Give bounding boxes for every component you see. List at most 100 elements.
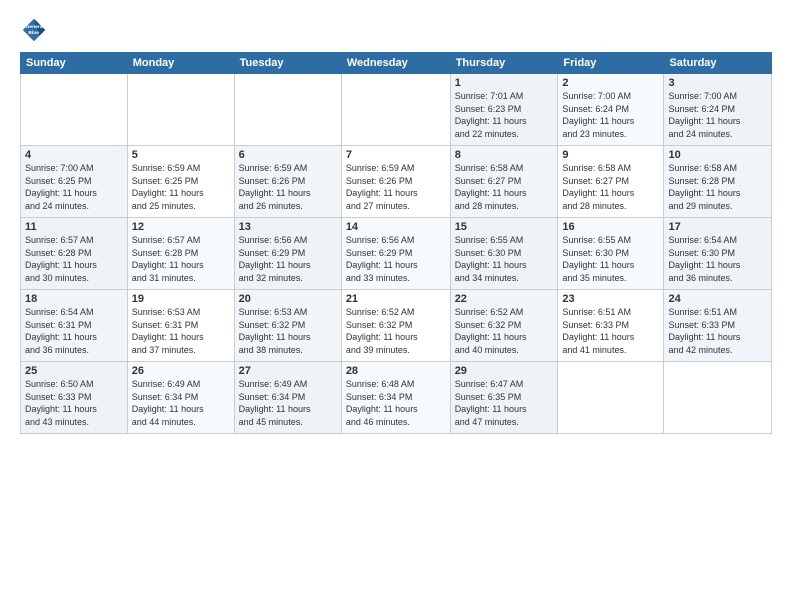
- day-info: Sunrise: 7:00 AMSunset: 6:25 PMDaylight:…: [25, 162, 123, 212]
- day-number: 27: [239, 365, 337, 377]
- calendar-cell: 14Sunrise: 6:56 AMSunset: 6:29 PMDayligh…: [341, 218, 450, 290]
- calendar-cell: 1Sunrise: 7:01 AMSunset: 6:23 PMDaylight…: [450, 74, 558, 146]
- day-number: 15: [455, 221, 554, 233]
- calendar-header-row: SundayMondayTuesdayWednesdayThursdayFrid…: [21, 53, 772, 74]
- calendar-cell: 23Sunrise: 6:51 AMSunset: 6:33 PMDayligh…: [558, 290, 664, 362]
- calendar-cell: 9Sunrise: 6:58 AMSunset: 6:27 PMDaylight…: [558, 146, 664, 218]
- calendar-cell: 28Sunrise: 6:48 AMSunset: 6:34 PMDayligh…: [341, 362, 450, 434]
- calendar-cell: 22Sunrise: 6:52 AMSunset: 6:32 PMDayligh…: [450, 290, 558, 362]
- calendar-day-header: Thursday: [450, 53, 558, 74]
- day-info: Sunrise: 7:00 AMSunset: 6:24 PMDaylight:…: [668, 90, 767, 140]
- day-number: 2: [562, 77, 659, 89]
- day-info: Sunrise: 6:52 AMSunset: 6:32 PMDaylight:…: [455, 306, 554, 356]
- day-info: Sunrise: 6:54 AMSunset: 6:30 PMDaylight:…: [668, 234, 767, 284]
- calendar-cell: 3Sunrise: 7:00 AMSunset: 6:24 PMDaylight…: [664, 74, 772, 146]
- day-info: Sunrise: 6:58 AMSunset: 6:27 PMDaylight:…: [562, 162, 659, 212]
- day-number: 17: [668, 221, 767, 233]
- day-number: 9: [562, 149, 659, 161]
- day-info: Sunrise: 6:50 AMSunset: 6:33 PMDaylight:…: [25, 378, 123, 428]
- day-info: Sunrise: 6:57 AMSunset: 6:28 PMDaylight:…: [132, 234, 230, 284]
- calendar-cell: 25Sunrise: 6:50 AMSunset: 6:33 PMDayligh…: [21, 362, 128, 434]
- calendar-cell: 11Sunrise: 6:57 AMSunset: 6:28 PMDayligh…: [21, 218, 128, 290]
- calendar-cell: 2Sunrise: 7:00 AMSunset: 6:24 PMDaylight…: [558, 74, 664, 146]
- day-number: 12: [132, 221, 230, 233]
- day-number: 13: [239, 221, 337, 233]
- calendar-day-header: Tuesday: [234, 53, 341, 74]
- day-number: 26: [132, 365, 230, 377]
- svg-text:General: General: [26, 24, 45, 30]
- calendar-day-header: Friday: [558, 53, 664, 74]
- day-number: 7: [346, 149, 446, 161]
- day-info: Sunrise: 6:58 AMSunset: 6:27 PMDaylight:…: [455, 162, 554, 212]
- calendar-day-header: Saturday: [664, 53, 772, 74]
- day-number: 19: [132, 293, 230, 305]
- calendar-cell: 15Sunrise: 6:55 AMSunset: 6:30 PMDayligh…: [450, 218, 558, 290]
- day-number: 10: [668, 149, 767, 161]
- day-number: 25: [25, 365, 123, 377]
- day-info: Sunrise: 6:55 AMSunset: 6:30 PMDaylight:…: [562, 234, 659, 284]
- calendar-cell: 19Sunrise: 6:53 AMSunset: 6:31 PMDayligh…: [127, 290, 234, 362]
- day-number: 21: [346, 293, 446, 305]
- calendar-week-row: 25Sunrise: 6:50 AMSunset: 6:33 PMDayligh…: [21, 362, 772, 434]
- calendar-cell: 21Sunrise: 6:52 AMSunset: 6:32 PMDayligh…: [341, 290, 450, 362]
- day-info: Sunrise: 6:56 AMSunset: 6:29 PMDaylight:…: [239, 234, 337, 284]
- calendar-cell: 12Sunrise: 6:57 AMSunset: 6:28 PMDayligh…: [127, 218, 234, 290]
- day-info: Sunrise: 7:01 AMSunset: 6:23 PMDaylight:…: [455, 90, 554, 140]
- day-number: 6: [239, 149, 337, 161]
- calendar-cell: 26Sunrise: 6:49 AMSunset: 6:34 PMDayligh…: [127, 362, 234, 434]
- day-info: Sunrise: 6:59 AMSunset: 6:26 PMDaylight:…: [239, 162, 337, 212]
- calendar-cell: 5Sunrise: 6:59 AMSunset: 6:25 PMDaylight…: [127, 146, 234, 218]
- day-info: Sunrise: 6:48 AMSunset: 6:34 PMDaylight:…: [346, 378, 446, 428]
- day-number: 28: [346, 365, 446, 377]
- day-info: Sunrise: 6:53 AMSunset: 6:31 PMDaylight:…: [132, 306, 230, 356]
- calendar-cell: 13Sunrise: 6:56 AMSunset: 6:29 PMDayligh…: [234, 218, 341, 290]
- day-info: Sunrise: 6:55 AMSunset: 6:30 PMDaylight:…: [455, 234, 554, 284]
- calendar-cell: 27Sunrise: 6:49 AMSunset: 6:34 PMDayligh…: [234, 362, 341, 434]
- day-info: Sunrise: 6:52 AMSunset: 6:32 PMDaylight:…: [346, 306, 446, 356]
- day-number: 20: [239, 293, 337, 305]
- calendar-cell: 7Sunrise: 6:59 AMSunset: 6:26 PMDaylight…: [341, 146, 450, 218]
- day-number: 23: [562, 293, 659, 305]
- calendar-cell: 8Sunrise: 6:58 AMSunset: 6:27 PMDaylight…: [450, 146, 558, 218]
- day-number: 18: [25, 293, 123, 305]
- calendar-cell: [21, 74, 128, 146]
- calendar-cell: 24Sunrise: 6:51 AMSunset: 6:33 PMDayligh…: [664, 290, 772, 362]
- calendar-cell: [558, 362, 664, 434]
- calendar-week-row: 1Sunrise: 7:01 AMSunset: 6:23 PMDaylight…: [21, 74, 772, 146]
- calendar-cell: [341, 74, 450, 146]
- day-info: Sunrise: 6:51 AMSunset: 6:33 PMDaylight:…: [668, 306, 767, 356]
- day-number: 22: [455, 293, 554, 305]
- day-number: 3: [668, 77, 767, 89]
- header: General Blue: [20, 16, 772, 44]
- day-number: 11: [25, 221, 123, 233]
- day-info: Sunrise: 6:57 AMSunset: 6:28 PMDaylight:…: [25, 234, 123, 284]
- calendar-cell: [664, 362, 772, 434]
- logo-icon: General Blue: [20, 16, 48, 44]
- day-number: 4: [25, 149, 123, 161]
- day-info: Sunrise: 6:58 AMSunset: 6:28 PMDaylight:…: [668, 162, 767, 212]
- day-info: Sunrise: 6:54 AMSunset: 6:31 PMDaylight:…: [25, 306, 123, 356]
- calendar-cell: [127, 74, 234, 146]
- calendar-table: SundayMondayTuesdayWednesdayThursdayFrid…: [20, 52, 772, 434]
- calendar-cell: 4Sunrise: 7:00 AMSunset: 6:25 PMDaylight…: [21, 146, 128, 218]
- calendar-day-header: Sunday: [21, 53, 128, 74]
- day-info: Sunrise: 6:56 AMSunset: 6:29 PMDaylight:…: [346, 234, 446, 284]
- calendar-cell: [234, 74, 341, 146]
- svg-text:Blue: Blue: [28, 30, 39, 36]
- page: General Blue SundayMondayTuesdayWednesda…: [0, 0, 792, 612]
- calendar-week-row: 11Sunrise: 6:57 AMSunset: 6:28 PMDayligh…: [21, 218, 772, 290]
- day-info: Sunrise: 6:47 AMSunset: 6:35 PMDaylight:…: [455, 378, 554, 428]
- calendar-day-header: Monday: [127, 53, 234, 74]
- day-number: 8: [455, 149, 554, 161]
- day-number: 5: [132, 149, 230, 161]
- calendar-cell: 10Sunrise: 6:58 AMSunset: 6:28 PMDayligh…: [664, 146, 772, 218]
- day-info: Sunrise: 6:53 AMSunset: 6:32 PMDaylight:…: [239, 306, 337, 356]
- calendar-cell: 20Sunrise: 6:53 AMSunset: 6:32 PMDayligh…: [234, 290, 341, 362]
- day-number: 29: [455, 365, 554, 377]
- day-info: Sunrise: 6:59 AMSunset: 6:25 PMDaylight:…: [132, 162, 230, 212]
- calendar-cell: 29Sunrise: 6:47 AMSunset: 6:35 PMDayligh…: [450, 362, 558, 434]
- day-number: 24: [668, 293, 767, 305]
- calendar-cell: 17Sunrise: 6:54 AMSunset: 6:30 PMDayligh…: [664, 218, 772, 290]
- calendar-cell: 16Sunrise: 6:55 AMSunset: 6:30 PMDayligh…: [558, 218, 664, 290]
- calendar-cell: 6Sunrise: 6:59 AMSunset: 6:26 PMDaylight…: [234, 146, 341, 218]
